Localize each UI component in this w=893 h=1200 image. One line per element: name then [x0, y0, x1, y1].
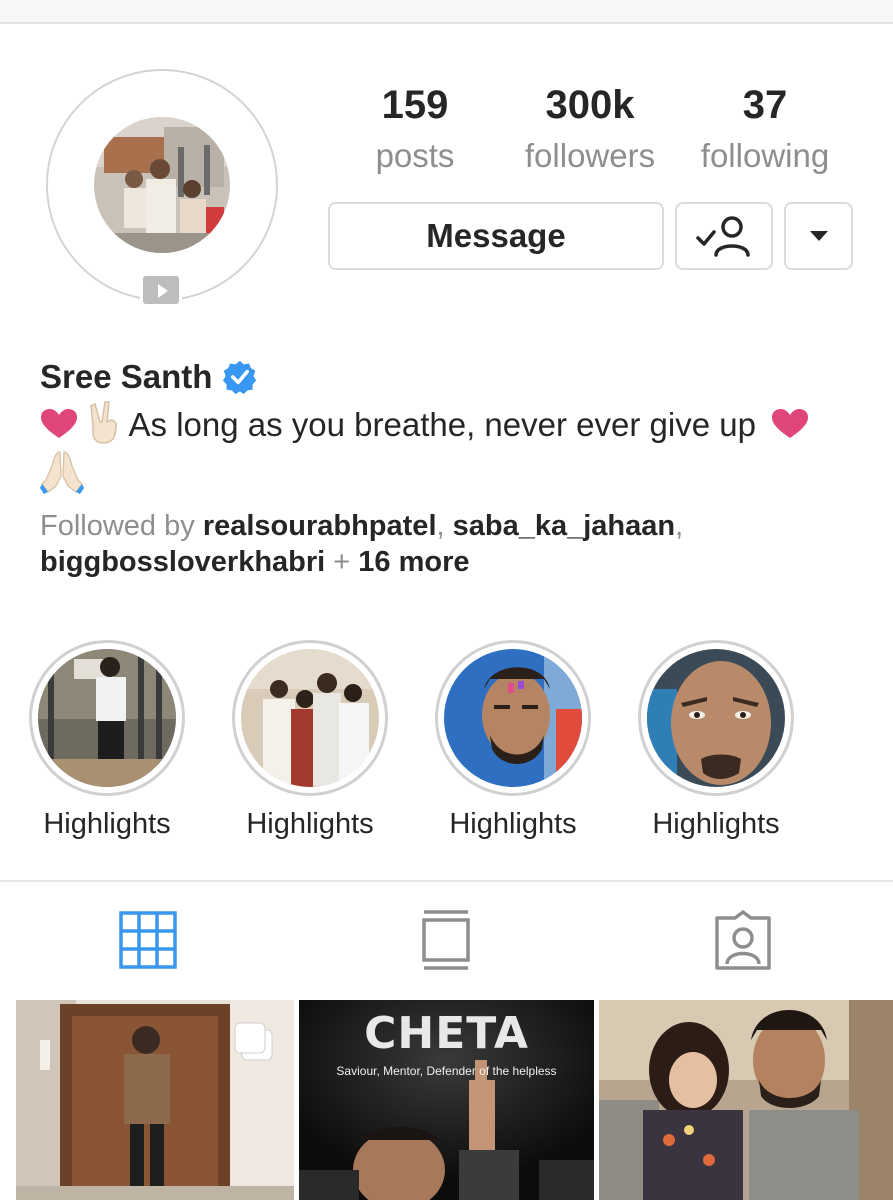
grid-icon	[119, 911, 177, 969]
following-toggle-button[interactable]	[675, 202, 773, 270]
tab-grid[interactable]	[116, 908, 180, 972]
play-icon	[143, 276, 179, 304]
follower-link[interactable]: biggbossloverkhabri	[40, 546, 325, 578]
story-highlight[interactable]: Highlights	[27, 640, 187, 842]
tabs-divider	[0, 880, 893, 882]
carousel-icon	[234, 1022, 273, 1061]
tagged-icon	[715, 910, 771, 970]
heart-icon	[41, 409, 77, 438]
highlight-thumbnail	[38, 649, 176, 787]
follower-link[interactable]: saba_ka_jahaan	[453, 510, 675, 542]
tab-tagged[interactable]	[711, 908, 775, 972]
followed-by-more[interactable]: 16 more	[358, 546, 469, 578]
story-highlight[interactable]: Highlights	[433, 640, 593, 842]
followed-by-text[interactable]: Followed by realsourabhpatel, saba_ka_ja…	[40, 508, 840, 580]
folded-hands-icon	[40, 451, 84, 494]
chevron-down-icon	[809, 231, 828, 241]
posts-stat: 159 posts	[330, 80, 500, 178]
igtv-play-badge[interactable]	[140, 272, 182, 306]
highlight-thumbnail	[444, 649, 582, 787]
profile-name-row: Sree Santh	[40, 356, 258, 398]
victory-hand-icon	[90, 401, 118, 444]
top-bar	[0, 0, 893, 24]
feed-icon	[422, 910, 470, 970]
post-thumbnail[interactable]: CHETA Saviour, Mentor, Defender of the h…	[299, 1000, 594, 1200]
post-thumbnail[interactable]	[16, 1000, 294, 1200]
message-button[interactable]: Message	[328, 202, 664, 270]
post-subtitle: Saviour, Mentor, Defender of the helples…	[336, 1064, 557, 1078]
bio-text: As long as you breathe, never ever give …	[128, 406, 756, 443]
avatar[interactable]	[94, 117, 230, 253]
story-highlight[interactable]: Highlights	[636, 640, 796, 842]
story-highlight[interactable]: Highlights	[230, 640, 390, 842]
highlight-thumbnail	[647, 649, 785, 787]
follower-link[interactable]: realsourabhpatel	[203, 510, 437, 542]
highlight-label: Highlights	[246, 808, 374, 840]
suggested-dropdown-button[interactable]	[784, 202, 853, 270]
followers-count: 300k	[545, 83, 635, 127]
followers-label: followers	[524, 137, 656, 174]
post-thumbnail[interactable]	[599, 1000, 893, 1200]
highlight-label: Highlights	[43, 808, 171, 840]
following-stat[interactable]: 37 following	[680, 80, 850, 178]
heart-icon	[772, 409, 809, 438]
profile-bio: As long as you breathe, never ever give …	[40, 400, 840, 500]
following-count: 37	[742, 83, 788, 127]
verified-badge-icon	[223, 360, 257, 395]
followed-by-prefix: Followed by	[40, 510, 195, 542]
user-check-icon	[696, 216, 750, 257]
following-label: following	[700, 137, 830, 174]
highlight-label: Highlights	[449, 808, 577, 840]
posts-label: posts	[375, 137, 455, 174]
highlight-thumbnail	[241, 649, 379, 787]
posts-count: 159	[381, 83, 449, 127]
highlight-label: Highlights	[652, 808, 780, 840]
tab-feed[interactable]	[414, 908, 478, 972]
profile-name: Sree Santh	[40, 358, 213, 395]
post-title: CHETA	[364, 1008, 529, 1059]
followers-stat[interactable]: 300k followers	[505, 80, 675, 178]
